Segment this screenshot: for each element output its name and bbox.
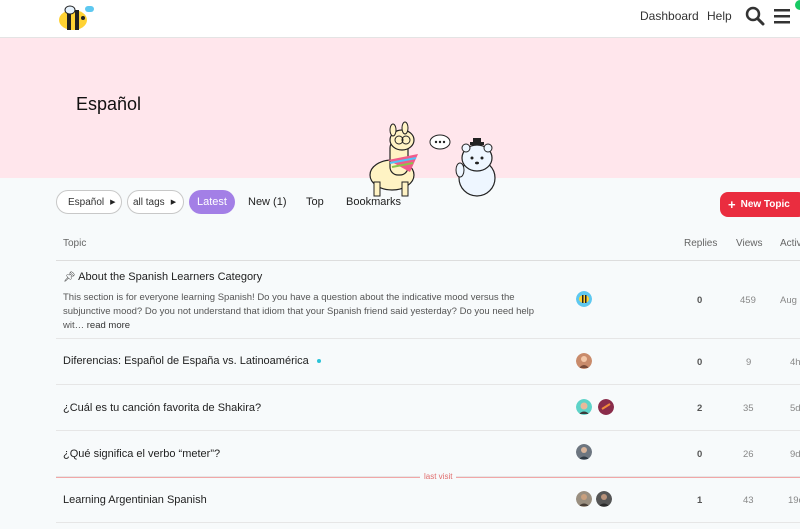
topic-list-header: Topic Replies Views Activ <box>56 228 800 261</box>
avatar[interactable] <box>598 399 614 415</box>
llama-and-bear-mascot-icon <box>369 121 496 197</box>
topic-row[interactable]: ¿Cuál es tu canción favorita de Shakira?… <box>56 385 800 431</box>
reply-count: 2 <box>697 403 703 414</box>
topic-row[interactable]: 📌︎ About the Spanish Learners Category T… <box>56 261 800 339</box>
category-banner: Español <box>0 38 800 197</box>
tab-bookmarks[interactable]: Bookmarks <box>346 190 401 214</box>
avatar[interactable] <box>576 491 592 507</box>
activity-time[interactable]: 19d <box>788 495 800 506</box>
new-topic-label: New Topic <box>740 199 790 210</box>
view-count: 459 <box>740 295 756 306</box>
caret-right-icon: ▶ <box>170 199 177 206</box>
topic-title[interactable]: Learning Argentinian Spanish <box>63 494 207 506</box>
avatar[interactable] <box>576 353 592 369</box>
avatar[interactable] <box>576 399 592 415</box>
topic-row[interactable]: Diferencias: Español de España vs. Latin… <box>56 339 800 385</box>
topic-excerpt: This section is for everyone learning Sp… <box>63 292 535 331</box>
search-icon[interactable] <box>744 5 766 27</box>
column-views[interactable]: Views <box>736 238 763 249</box>
unread-indicator <box>316 359 321 364</box>
reply-count: 0 <box>697 449 703 460</box>
reply-count: 0 <box>697 295 703 306</box>
hamburger-menu-icon[interactable] <box>772 5 794 27</box>
column-replies[interactable]: Replies <box>684 238 717 249</box>
new-topic-button[interactable]: + New Topic <box>720 192 800 217</box>
activity-time[interactable]: 9d <box>790 449 800 460</box>
view-count: 35 <box>743 403 754 414</box>
view-count: 26 <box>743 449 754 460</box>
plus-icon: + <box>728 196 736 212</box>
avatar[interactable] <box>576 444 592 460</box>
activity-time[interactable]: 5d <box>790 403 800 414</box>
column-activity[interactable]: Activ <box>780 238 800 249</box>
reply-count: 1 <box>697 495 703 506</box>
caret-right-icon: ▶ <box>110 199 116 206</box>
top-bar: Dashboard Help <box>0 0 800 38</box>
category-dropdown[interactable]: Español ▶ <box>56 190 122 214</box>
category-title: Español <box>76 94 142 114</box>
notification-dot <box>795 0 800 10</box>
category-dropdown-label: Español <box>68 196 105 208</box>
topic-row[interactable]: Learning Argentinian Spanish 1 43 19d <box>56 478 800 523</box>
bee-logo-icon[interactable] <box>56 4 96 32</box>
avatar[interactable] <box>596 491 612 507</box>
activity-time[interactable]: 4h <box>790 357 800 368</box>
topic-row[interactable]: ¿Qué significa el verbo “meter”? 0 26 9d <box>56 431 800 477</box>
pin-icon: 📌︎ <box>63 272 76 283</box>
avatar[interactable] <box>576 291 592 307</box>
topic-title[interactable]: ¿Qué significa el verbo “meter”? <box>63 448 220 460</box>
topic-title[interactable]: ¿Cuál es tu canción favorita de Shakira? <box>63 402 261 414</box>
topic-title[interactable]: 📌︎ About the Spanish Learners Category <box>63 271 262 283</box>
view-count: 43 <box>743 495 754 506</box>
reply-count: 0 <box>697 357 703 368</box>
tab-latest[interactable]: Latest <box>189 190 235 214</box>
help-link[interactable]: Help <box>707 9 732 23</box>
tags-dropdown[interactable]: all tags ▶ <box>127 190 184 214</box>
view-count: 9 <box>746 357 752 368</box>
read-more-link[interactable]: read more <box>87 320 130 331</box>
topic-title[interactable]: Diferencias: Español de España vs. Latin… <box>63 355 321 367</box>
tags-dropdown-label: all tags <box>133 196 165 208</box>
column-topic[interactable]: Topic <box>63 238 86 249</box>
tab-top[interactable]: Top <box>306 190 324 214</box>
tab-new[interactable]: New (1) <box>248 190 287 214</box>
dashboard-link[interactable]: Dashboard <box>640 9 699 23</box>
activity-time[interactable]: Aug <box>780 295 797 306</box>
topic-filters: Español ▶ all tags ▶ Latest New (1) Top … <box>0 190 800 220</box>
